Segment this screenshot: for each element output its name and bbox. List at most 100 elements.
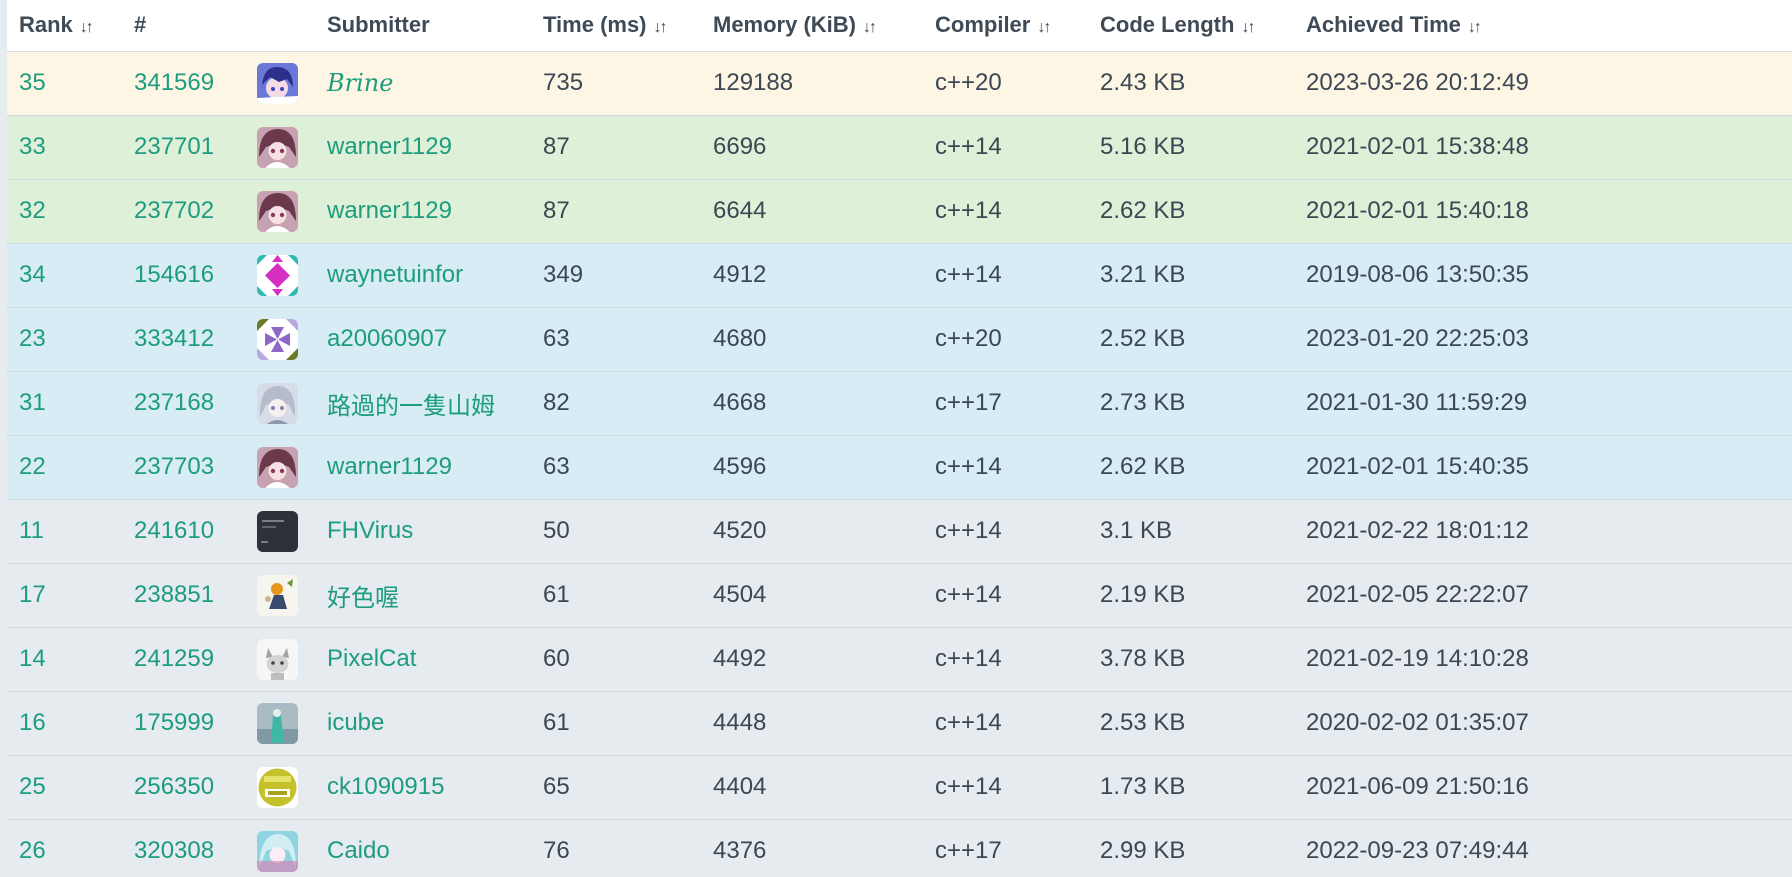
dark-terminal-icon[interactable] [257, 510, 298, 552]
anime-girl-silver-hair-icon[interactable] [257, 382, 298, 424]
time-cell: 82 [531, 371, 701, 436]
memory-cell: 6696 [701, 115, 923, 180]
submissions-table: Rank ↓↑ # Submitter Time (ms) ↓↑ Memory (K… [7, 0, 1792, 877]
submitter-link[interactable]: Caido [315, 819, 531, 877]
rank-link[interactable]: 23 [7, 307, 122, 372]
rank-link[interactable]: 17 [7, 563, 122, 628]
submission-id-link[interactable]: 341569 [122, 51, 245, 116]
submitter-name[interactable]: waynetuinfor [327, 261, 463, 288]
submission-id-link[interactable]: 237702 [122, 179, 245, 244]
column-header-rank[interactable]: Rank ↓↑ [7, 0, 122, 52]
column-header-time[interactable]: Time (ms) ↓↑ [531, 0, 701, 52]
anime-girl-brown-hair-icon[interactable] [257, 126, 298, 168]
memory-cell: 4912 [701, 243, 923, 308]
time-cell: 349 [531, 243, 701, 308]
teal-figure-icon[interactable] [257, 702, 298, 744]
compiler-cell: c++14 [923, 115, 1088, 180]
rank-link[interactable]: 16 [7, 691, 122, 756]
submitter-link[interactable]: waynetuinfor [315, 243, 531, 308]
code-length-cell: 2.99 KB [1088, 819, 1294, 877]
rank-link[interactable]: 25 [7, 755, 122, 820]
submitter-link[interactable]: 好色喔 [315, 563, 531, 628]
sort-icon[interactable]: ↓↑ [1468, 19, 1482, 36]
submitter-name[interactable]: 路過的一隻山姆 [327, 393, 495, 420]
table-row: 11 241610 FHVirus 50 4520 c++14 3.1 KB 2021-02-… [7, 499, 1792, 564]
cartoon-character-icon[interactable] [257, 574, 298, 616]
time-cell: 65 [531, 755, 701, 820]
submission-id-link[interactable]: 238851 [122, 563, 245, 628]
rank-link[interactable]: 11 [7, 499, 122, 564]
identicon-magenta-icon[interactable] [257, 254, 298, 296]
submitter-link[interactable]: warner1129 [315, 115, 531, 180]
achieved-time-cell: 2021-02-01 15:38:48 [1294, 115, 1792, 180]
submission-id-link[interactable]: 175999 [122, 691, 245, 756]
rank-link[interactable]: 34 [7, 243, 122, 308]
rank-link[interactable]: 14 [7, 627, 122, 692]
submission-id-link[interactable]: 241610 [122, 499, 245, 564]
submitter-link[interactable]: icube [315, 691, 531, 756]
table-row: 34 154616 waynetuinfor 349 4912 c++14 3.21 KB 2… [7, 243, 1792, 308]
submitter-name[interactable]: warner1129 [327, 197, 452, 224]
memory-cell: 4492 [701, 627, 923, 692]
sort-icon[interactable]: ↓↑ [654, 19, 668, 36]
table-row: 14 241259 PixelCat 60 4492 c++14 3.78 KB 2021-0… [7, 627, 1792, 692]
sort-icon[interactable]: ↓↑ [80, 19, 94, 36]
submitter-name[interactable]: a20060907 [327, 325, 447, 352]
submitter-link[interactable]: Brine [315, 51, 531, 116]
submitter-link[interactable]: ck1090915 [315, 755, 531, 820]
achieved-time-cell: 2021-02-01 15:40:35 [1294, 435, 1792, 500]
column-header-memory[interactable]: Memory (KiB) ↓↑ [701, 0, 923, 52]
column-header-code-length[interactable]: Code Length ↓↑ [1088, 0, 1294, 52]
rank-link[interactable]: 31 [7, 371, 122, 436]
anime-girl-blue-hair-icon[interactable] [257, 62, 298, 104]
rank-link[interactable]: 26 [7, 819, 122, 877]
submitter-link[interactable]: warner1129 [315, 179, 531, 244]
submission-id-link[interactable]: 237168 [122, 371, 245, 436]
submission-id-link[interactable]: 320308 [122, 819, 245, 877]
submitter-link[interactable]: a20060907 [315, 307, 531, 372]
submission-id-link[interactable]: 256350 [122, 755, 245, 820]
anime-girl-teal-hair-icon[interactable] [257, 830, 298, 872]
submission-id-link[interactable]: 241259 [122, 627, 245, 692]
column-header-compiler[interactable]: Compiler ↓↑ [923, 0, 1088, 52]
submitter-link[interactable]: PixelCat [315, 627, 531, 692]
submitter-name[interactable]: Brine [327, 69, 393, 97]
submitter-link[interactable]: warner1129 [315, 435, 531, 500]
submitter-name[interactable]: 好色喔 [327, 585, 399, 612]
anime-girl-brown-hair-icon[interactable] [257, 190, 298, 232]
submitter-name[interactable]: ck1090915 [327, 773, 444, 800]
yellow-badge-icon[interactable] [257, 766, 298, 808]
submitter-name[interactable]: warner1129 [327, 133, 452, 160]
submission-id-link[interactable]: 237703 [122, 435, 245, 500]
sort-icon[interactable]: ↓↑ [1241, 19, 1255, 36]
rank-link[interactable]: 22 [7, 435, 122, 500]
avatar-cell [245, 499, 315, 564]
compiler-cell: c++14 [923, 627, 1088, 692]
submission-id-link[interactable]: 237701 [122, 115, 245, 180]
submitter-name[interactable]: icube [327, 709, 384, 736]
column-header-achieved-time[interactable]: Achieved Time ↓↑ [1294, 0, 1792, 52]
table-row: 16 175999 icube 61 4448 c++14 2.53 KB 2020-02-0… [7, 691, 1792, 756]
sort-icon[interactable]: ↓↑ [1037, 19, 1051, 36]
submitter-name[interactable]: Caido [327, 837, 390, 864]
submission-id-link[interactable]: 333412 [122, 307, 245, 372]
rank-link[interactable]: 35 [7, 51, 122, 116]
white-cat-icon[interactable] [257, 638, 298, 680]
submitter-link[interactable]: FHVirus [315, 499, 531, 564]
submitter-name[interactable]: FHVirus [327, 517, 413, 544]
rank-link[interactable]: 32 [7, 179, 122, 244]
compiler-cell: c++20 [923, 307, 1088, 372]
memory-cell: 4596 [701, 435, 923, 500]
avatar-cell [245, 755, 315, 820]
identicon-purple-olive-icon[interactable] [257, 318, 298, 360]
achieved-time-cell: 2023-03-26 20:12:49 [1294, 51, 1792, 116]
time-cell: 735 [531, 51, 701, 116]
sort-icon[interactable]: ↓↑ [863, 19, 877, 36]
submitter-name[interactable]: warner1129 [327, 453, 452, 480]
submission-id-link[interactable]: 154616 [122, 243, 245, 308]
rank-link[interactable]: 33 [7, 115, 122, 180]
anime-girl-brown-hair-icon[interactable] [257, 446, 298, 488]
submitter-name[interactable]: PixelCat [327, 645, 416, 672]
compiler-cell: c++14 [923, 755, 1088, 820]
submitter-link[interactable]: 路過的一隻山姆 [315, 371, 531, 436]
